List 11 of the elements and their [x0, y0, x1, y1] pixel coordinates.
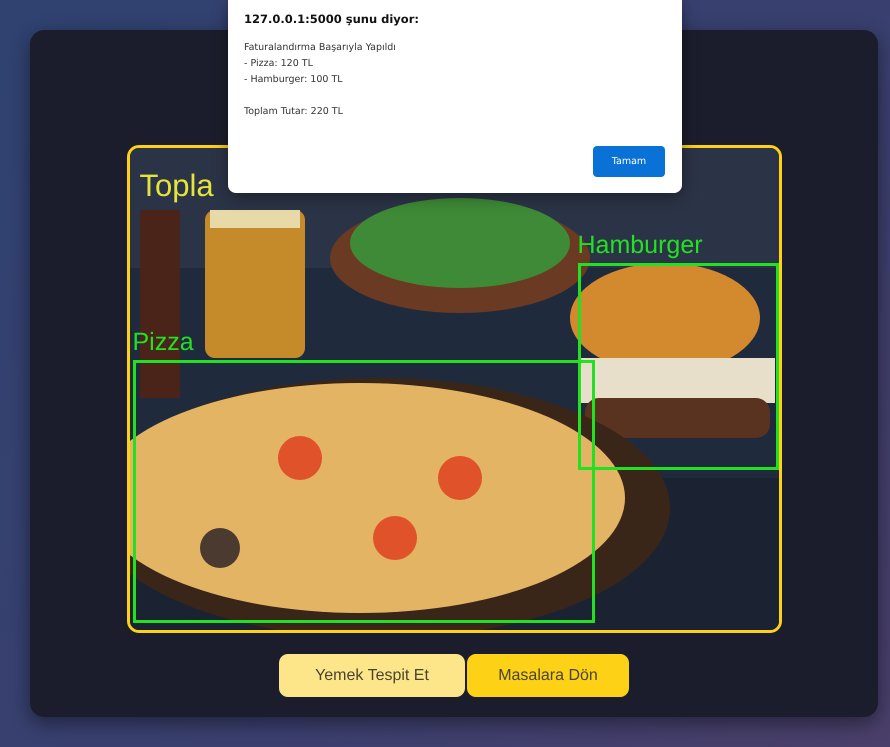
dialog-message: Faturalandırma Başarıyla Yapıldı	[244, 41, 397, 55]
total-label: Topla	[140, 168, 214, 204]
dialog-total: Toplam Tutar: 220 TL	[244, 105, 344, 119]
dialog-title: 127.0.0.1:5000 şunu diyor:	[244, 12, 420, 26]
action-button[interactable]: Yemek Tespit Et	[279, 654, 465, 697]
ok-button[interactable]: Tamam	[593, 146, 665, 177]
dialog-message: - Hamburger: 100 TL	[244, 73, 344, 87]
action-button[interactable]: Masalara Dön	[467, 654, 629, 697]
detection-label: Hamburger	[578, 231, 703, 259]
dialog-message: - Pizza: 120 TL	[244, 57, 314, 71]
detection-label: Pizza	[132, 328, 194, 356]
